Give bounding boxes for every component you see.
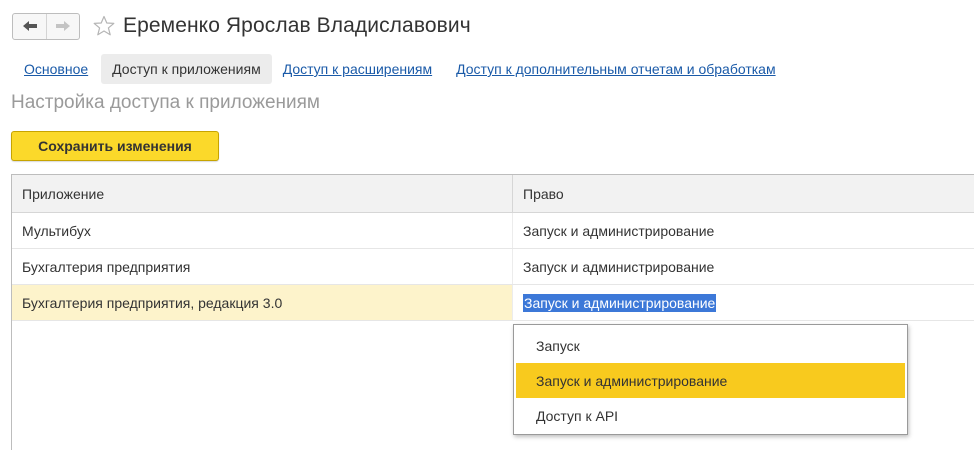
arrow-left-icon	[22, 21, 37, 31]
forward-button[interactable]	[46, 13, 79, 39]
dropdown-option-launch[interactable]: Запуск	[516, 328, 905, 363]
right-cell-editing[interactable]: Запуск и администрирование	[513, 285, 974, 320]
back-button[interactable]	[13, 14, 46, 39]
arrow-right-icon	[56, 21, 70, 31]
save-changes-button[interactable]: Сохранить изменения	[11, 131, 219, 161]
table-row[interactable]: Мультибух Запуск и администрирование	[12, 213, 974, 249]
table-row-selected[interactable]: Бухгалтерия предприятия, редакция 3.0 За…	[12, 285, 974, 321]
page-title: Еременко Ярослав Владиславович	[123, 14, 471, 37]
table-row[interactable]: Бухгалтерия предприятия Запуск и админис…	[12, 249, 974, 285]
tab-extensions-access[interactable]: Доступ к расширениям	[283, 54, 432, 84]
tab-app-access[interactable]: Доступ к приложениям	[101, 54, 272, 84]
right-dropdown-list: Запуск Запуск и администрирование Доступ…	[513, 324, 908, 435]
application-cell[interactable]: Бухгалтерия предприятия, редакция 3.0	[12, 285, 513, 320]
favorite-button[interactable]	[93, 15, 115, 37]
tab-bar: Основное Доступ к приложениям Доступ к р…	[12, 54, 776, 84]
window-header: Еременко Ярослав Владиславович	[12, 12, 471, 40]
section-title: Настройка доступа к приложениям	[11, 92, 320, 113]
dropdown-option-launch-admin[interactable]: Запуск и администрирование	[516, 363, 905, 398]
right-cell[interactable]: Запуск и администрирование	[513, 213, 974, 248]
star-icon	[93, 15, 115, 36]
column-header-application[interactable]: Приложение	[12, 175, 513, 212]
tab-reports-access[interactable]: Доступ к дополнительным отчетам и обрабо…	[456, 54, 775, 84]
tab-main[interactable]: Основное	[24, 54, 88, 84]
application-cell[interactable]: Мультибух	[12, 213, 513, 248]
dropdown-option-api-access[interactable]: Доступ к API	[516, 398, 905, 433]
right-cell[interactable]: Запуск и администрирование	[513, 249, 974, 284]
table-header: Приложение Право	[12, 175, 974, 213]
navigation-buttons	[12, 12, 80, 40]
column-header-right[interactable]: Право	[513, 175, 974, 212]
application-cell[interactable]: Бухгалтерия предприятия	[12, 249, 513, 284]
right-cell-selected-text[interactable]: Запуск и администрирование	[523, 293, 717, 312]
